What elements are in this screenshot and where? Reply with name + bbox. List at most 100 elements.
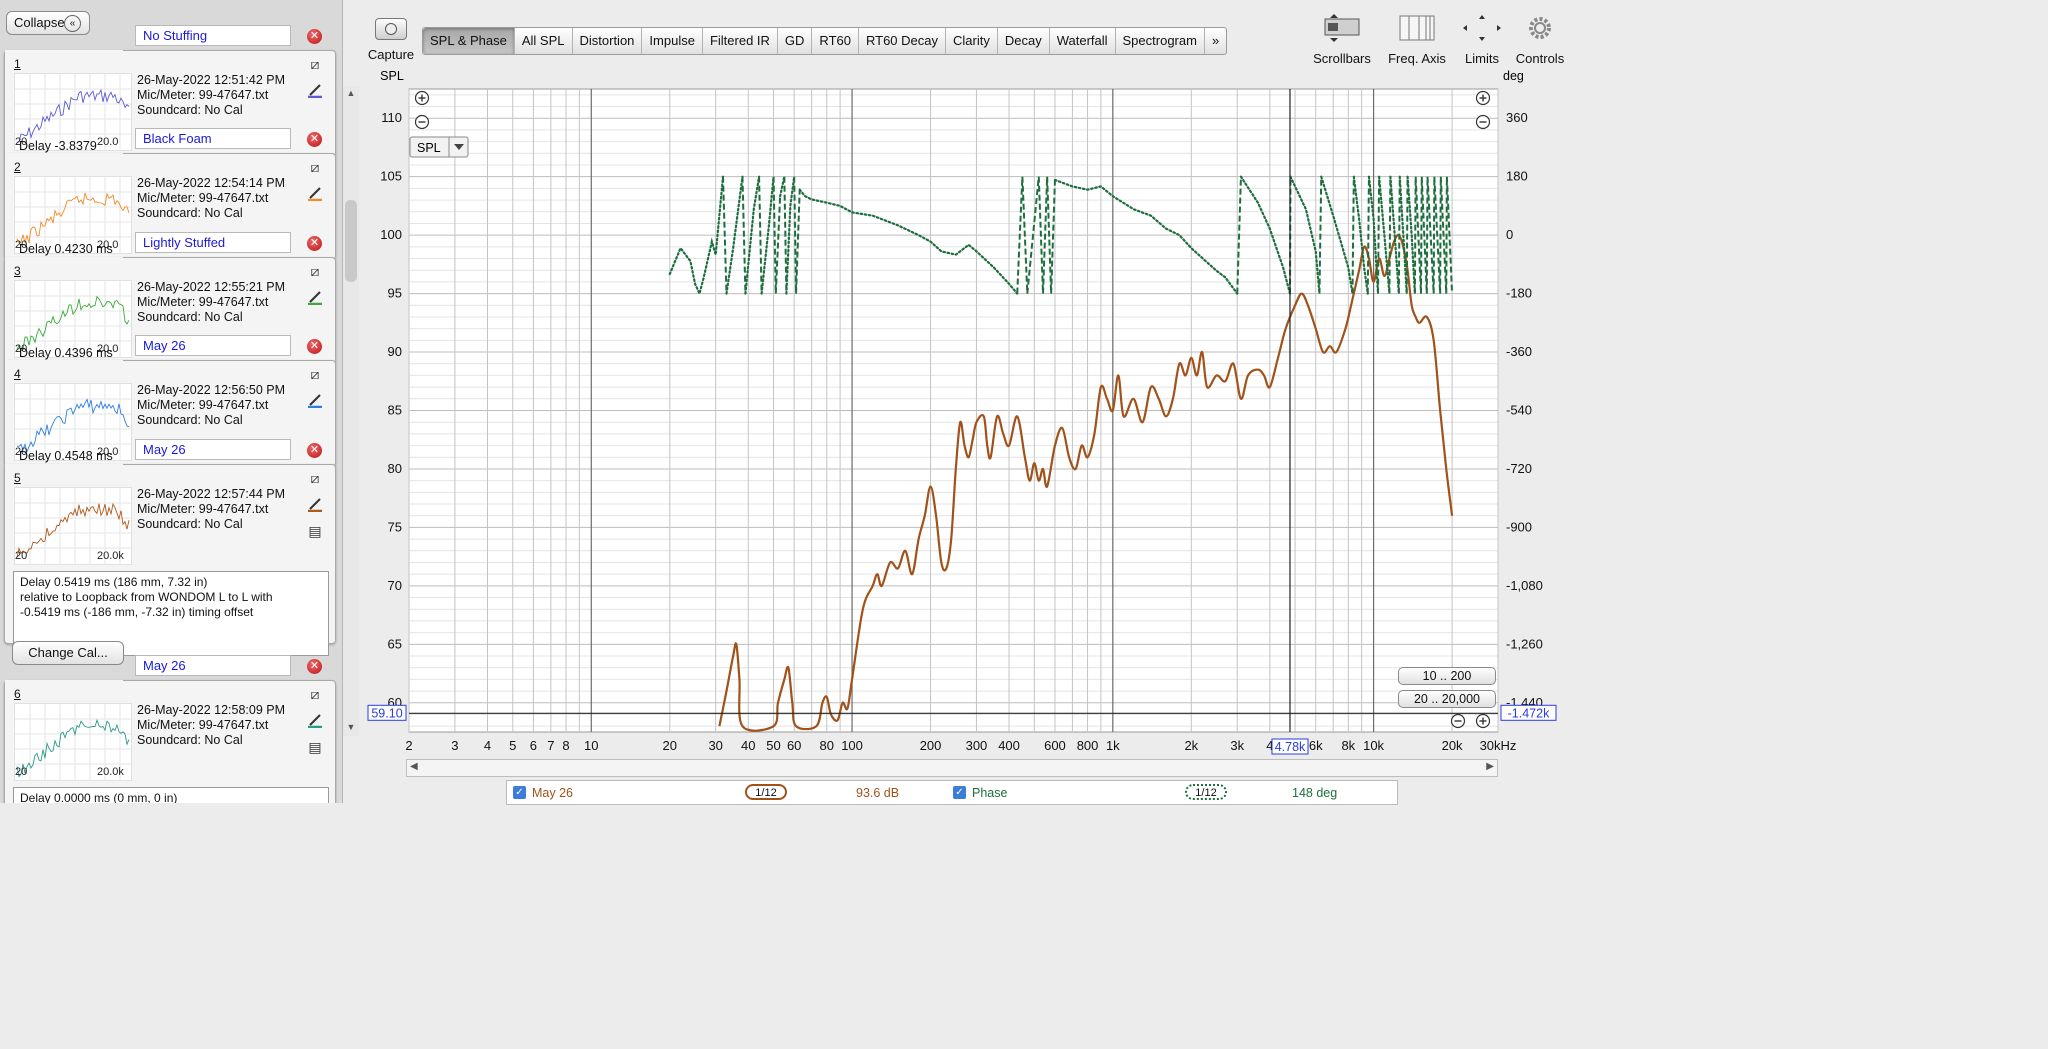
measurement-name-field[interactable]: No Stuffing [135, 25, 291, 46]
measurement-number[interactable]: 6 [14, 687, 21, 701]
scroll-right-arrow-icon[interactable]: ▶ [1486, 761, 1494, 772]
measurement-name-field[interactable]: May 26 [135, 335, 291, 356]
controls-tool[interactable]: Controls [1512, 14, 1568, 66]
delay-summary: Delay 0.4548 ms [19, 449, 113, 463]
tab-spl-phase[interactable]: SPL & Phase [423, 28, 515, 54]
measurement-date: 26-May-2022 12:58:09 PM [137, 703, 286, 717]
limits-arrows-icon [1463, 15, 1501, 41]
measurement-card[interactable]: 6 May 26 ✕ 20 20.0k 26-May-2022 12:58:09 PM Mi… [4, 655, 336, 803]
y2-tick-label: 360 [1506, 110, 1528, 125]
range-10-200-button[interactable]: 10 .. 200 [1398, 667, 1496, 685]
measurement-number[interactable]: 2 [14, 160, 21, 174]
tab-all-spl[interactable]: All SPL [515, 28, 573, 54]
remove-measurement-icon[interactable]: ✕ [307, 132, 322, 147]
trace-color-brush-icon[interactable] [307, 496, 323, 513]
remove-measurement-icon[interactable]: ✕ [307, 236, 322, 251]
tab-rt60[interactable]: RT60 [812, 28, 859, 54]
zoom-in-right-icon[interactable] [1475, 90, 1491, 106]
x-tick-label: 300 [966, 738, 988, 753]
trace-color-brush-icon[interactable] [307, 712, 323, 729]
y2-tick-label: -1,260 [1506, 636, 1543, 651]
tab-rt60-decay[interactable]: RT60 Decay [859, 28, 946, 54]
phase-smoothing-badge[interactable]: 1/12 [1185, 784, 1227, 800]
zoom-in-left-icon[interactable] [414, 90, 430, 106]
x-tick-label: 2k [1184, 738, 1198, 753]
range-20-20000-button[interactable]: 20 .. 20,000 [1398, 690, 1496, 708]
zoom-in-x-icon[interactable] [1475, 713, 1491, 729]
measurement-number[interactable]: 3 [14, 264, 21, 278]
tab-decay[interactable]: Decay [998, 28, 1050, 54]
frequency-scrollbar[interactable]: ◀ ▶ [406, 759, 1498, 777]
y-tick-label: 95 [388, 286, 402, 301]
trace-color-brush-icon[interactable] [307, 289, 323, 306]
measurement-name-field[interactable]: May 26 [135, 655, 291, 676]
trace-color-brush-icon[interactable] [307, 185, 323, 202]
panel-scrollbar[interactable]: ▲ ▼ [343, 86, 359, 736]
scroll-down-arrow-icon[interactable]: ▼ [345, 722, 357, 734]
scroll-left-arrow-icon[interactable]: ◀ [410, 761, 418, 772]
spl-phase-chart[interactable]: 6065707580859095100105110 3601800-180-360… [360, 64, 1568, 756]
measurement-date: 26-May-2022 12:54:14 PM [137, 176, 286, 190]
measurement-panel: Collapse « 1 No Stuffing ✕ 20 20.0 26-May-202… [0, 0, 343, 803]
measurement-name-field[interactable]: Lightly Stuffed [135, 232, 291, 253]
measurement-name-field[interactable]: May 26 [135, 439, 291, 460]
spl-trace-checkbox[interactable]: ✓ [513, 786, 526, 799]
y-tick-label: 70 [388, 578, 402, 593]
zoom-out-x-icon[interactable] [1450, 713, 1466, 729]
trace-selector-value: SPL [417, 141, 441, 155]
trace-selector-dropdown[interactable]: SPL [409, 136, 469, 158]
brush-icon-glyph [308, 498, 322, 513]
measurement-number[interactable]: 5 [14, 471, 21, 485]
scrollbars-tool[interactable]: Scrollbars [1310, 14, 1374, 66]
tab-clarity[interactable]: Clarity [946, 28, 998, 54]
remove-measurement-icon[interactable]: ✕ [307, 443, 322, 458]
notes-document-icon[interactable]: ▤ [307, 739, 323, 755]
collapse-button[interactable]: Collapse « [6, 11, 90, 35]
card-tab [5, 50, 123, 56]
zoom-out-right-icon[interactable] [1475, 114, 1491, 130]
y-tick-label: 100 [380, 227, 402, 242]
remove-measurement-icon[interactable]: ✕ [307, 29, 322, 44]
measurement-name-field[interactable]: Black Foam [135, 128, 291, 149]
capture-button[interactable]: Capture [366, 18, 416, 62]
x-tick-label: 800 [1077, 738, 1099, 753]
remove-measurement-icon[interactable]: ✕ [307, 339, 322, 354]
y2-tick-label: 0 [1506, 227, 1513, 242]
eq-icon[interactable]: ⧄ [307, 159, 323, 175]
limits-tool[interactable]: Limits [1458, 14, 1506, 66]
tab-filtered-ir[interactable]: Filtered IR [703, 28, 778, 54]
notes-document-icon[interactable]: ▤ [307, 523, 323, 539]
trace-color-brush-icon[interactable] [307, 392, 323, 409]
remove-measurement-icon[interactable]: ✕ [307, 659, 322, 674]
tab-distortion[interactable]: Distortion [573, 28, 643, 54]
freq-axis-tool[interactable]: Freq. Axis [1386, 14, 1448, 66]
trace-color-brush-icon[interactable] [307, 82, 323, 99]
eq-icon[interactable]: ⧄ [307, 686, 323, 702]
chart-grid [408, 88, 1499, 733]
x-tick-label: 400 [998, 738, 1020, 753]
tab-gd[interactable]: GD [778, 28, 813, 54]
scroll-up-arrow-icon[interactable]: ▲ [345, 88, 357, 100]
more-tabs-chevron[interactable]: » [1205, 28, 1226, 54]
cursor-frequency-readout: 4.78k [1271, 738, 1309, 755]
phase-trace-checkbox[interactable]: ✓ [953, 786, 966, 799]
measurement-number[interactable]: 4 [14, 367, 21, 381]
tab-spectrogram[interactable]: Spectrogram [1116, 28, 1205, 54]
zoom-out-left-icon[interactable] [414, 114, 430, 130]
measurement-number[interactable]: 1 [14, 57, 21, 71]
tab-waterfall[interactable]: Waterfall [1050, 28, 1116, 54]
delay-summary: Delay 0.4230 ms [19, 242, 113, 256]
scroll-thumb[interactable] [345, 200, 357, 282]
change-cal-button[interactable]: Change Cal... [12, 641, 124, 665]
measurement-soundcard: Soundcard: No Cal [137, 517, 243, 531]
spl-smoothing-badge[interactable]: 1/12 [745, 784, 787, 800]
eq-icon[interactable]: ⧄ [307, 366, 323, 382]
brush-icon-glyph [308, 714, 322, 729]
double-chevron-left-icon: « [64, 15, 81, 32]
measurement-mic: Mic/Meter: 99-47647.txt [137, 398, 269, 412]
measurement-card[interactable]: 5 May 26 ✕ 20 20.0k 26-May-2022 12:57:44 PM Mi… [4, 439, 336, 656]
tab-impulse[interactable]: Impulse [642, 28, 703, 54]
eq-icon[interactable]: ⧄ [307, 56, 323, 72]
eq-icon[interactable]: ⧄ [307, 470, 323, 486]
eq-icon[interactable]: ⧄ [307, 263, 323, 279]
